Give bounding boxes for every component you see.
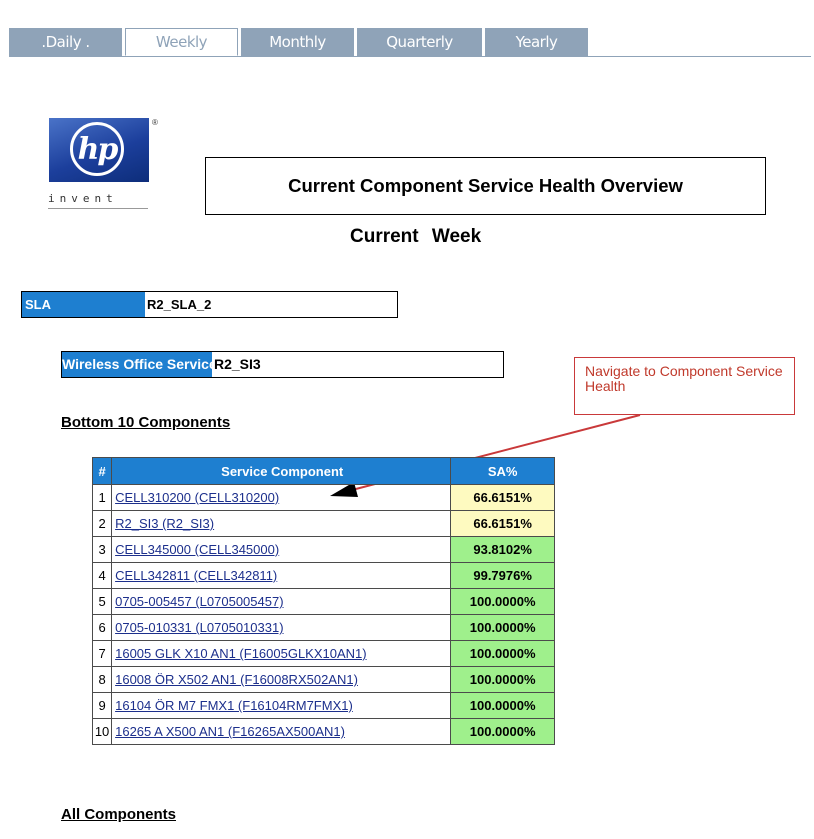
table-row: 5 0705-005457 (L0705005457) 100.0000%: [91, 588, 555, 615]
row-component: 16265 A X500 AN1 (F16265AX500AN1): [111, 718, 452, 745]
hp-logo-underline: [48, 208, 148, 209]
page-title: Current Component Service Health Overvie…: [205, 157, 766, 215]
row-component: CELL345000 (CELL345000): [111, 536, 452, 563]
row-sa-percent: 100.0000%: [450, 640, 555, 667]
sla-field: SLA R2_SLA_2: [21, 291, 398, 318]
table-body: 1 CELL310200 (CELL310200) 66.6151% 2 R2_SI3 …: [91, 484, 555, 745]
row-component: CELL342811 (CELL342811): [111, 562, 452, 589]
row-number: 2: [91, 510, 113, 537]
row-sa-percent: 66.6151%: [450, 484, 555, 511]
hp-logo-tagline: invent: [48, 192, 118, 205]
row-number: 3: [91, 536, 113, 563]
row-component: CELL310200 (CELL310200): [111, 484, 452, 511]
sla-value: R2_SLA_2: [147, 297, 212, 312]
row-number: 8: [91, 666, 113, 693]
table-row: 1 CELL310200 (CELL310200) 66.6151%: [91, 484, 555, 511]
component-link[interactable]: CELL345000 (CELL345000): [115, 542, 279, 557]
table-row: 8 16008 ÖR X502 AN1 (F16008RX502AN1) 100.0…: [91, 666, 555, 693]
table-row: 7 16005 GLK X10 AN1 (F16005GLKX10AN1) 100.…: [91, 640, 555, 667]
component-link[interactable]: 16005 GLK X10 AN1 (F16005GLKX10AN1): [115, 646, 367, 661]
registered-mark: ®: [152, 118, 158, 127]
row-sa-percent: 100.0000%: [450, 692, 555, 719]
hp-logo-mark: hp: [49, 118, 149, 182]
table-row: 4 CELL342811 (CELL342811) 99.7976%: [91, 562, 555, 589]
service-label: Wireless Office Service: [62, 352, 212, 377]
table-row: 10 16265 A X500 AN1 (F16265AX500AN1) 100.0…: [91, 718, 555, 745]
component-link[interactable]: 0705-010331 (L0705010331): [115, 620, 283, 635]
tab-weekly[interactable]: Weekly: [125, 28, 238, 56]
table-row: 9 16104 ÖR M7 FMX1 (F16104RM7FMX1) 100.000…: [91, 692, 555, 719]
tab-monthly[interactable]: Monthly: [241, 28, 354, 56]
tab-yearly[interactable]: Yearly: [485, 28, 588, 56]
tab-bar: .Daily . Weekly Monthly Quarterly Yearly: [9, 8, 811, 57]
row-number: 5: [91, 588, 113, 615]
row-sa-percent: 93.8102%: [450, 536, 555, 563]
hp-logo: hp ® invent: [44, 118, 159, 213]
row-component: R2_SI3 (R2_SI3): [111, 510, 452, 537]
row-number: 9: [91, 692, 113, 719]
component-link[interactable]: CELL310200 (CELL310200): [115, 490, 279, 505]
row-number: 4: [91, 562, 113, 589]
table-row: 3 CELL345000 (CELL345000) 93.8102%: [91, 536, 555, 563]
bottom-components-heading: Bottom 10 Components: [61, 414, 231, 431]
component-link[interactable]: CELL342811 (CELL342811): [115, 568, 277, 583]
row-component: 0705-010331 (L0705010331): [111, 614, 452, 641]
navigate-callout: Navigate to Component Service Health: [574, 357, 795, 415]
tab-daily[interactable]: .Daily .: [9, 28, 122, 56]
row-sa-percent: 100.0000%: [450, 718, 555, 745]
component-link[interactable]: 16104 ÖR M7 FMX1 (F16104RM7FMX1): [115, 698, 353, 713]
page-subtitle: Current Week: [350, 226, 482, 247]
header-num: #: [91, 457, 113, 485]
row-component: 16005 GLK X10 AN1 (F16005GLKX10AN1): [111, 640, 452, 667]
row-component: 0705-005457 (L0705005457): [111, 588, 452, 615]
components-table: # Service Component SA% 1 CELL310200 (CEL…: [91, 457, 555, 745]
table-header-row: # Service Component SA%: [91, 457, 555, 485]
row-number: 7: [91, 640, 113, 667]
row-sa-percent: 100.0000%: [450, 588, 555, 615]
row-number: 6: [91, 614, 113, 641]
tab-bar-divider: [9, 56, 811, 57]
tab-quarterly[interactable]: Quarterly: [357, 28, 482, 56]
row-number: 10: [91, 718, 113, 745]
row-sa-percent: 100.0000%: [450, 614, 555, 641]
row-number: 1: [91, 484, 113, 511]
table-row: 2 R2_SI3 (R2_SI3) 66.6151%: [91, 510, 555, 537]
service-value: R2_SI3: [214, 356, 261, 372]
service-field: Wireless Office Service R2_SI3: [61, 351, 504, 378]
row-sa-percent: 99.7976%: [450, 562, 555, 589]
row-sa-percent: 66.6151%: [450, 510, 555, 537]
all-components-heading[interactable]: All Components: [61, 806, 176, 823]
component-link[interactable]: 0705-005457 (L0705005457): [115, 594, 283, 609]
row-component: 16104 ÖR M7 FMX1 (F16104RM7FMX1): [111, 692, 452, 719]
table-row: 6 0705-010331 (L0705010331) 100.0000%: [91, 614, 555, 641]
row-component: 16008 ÖR X502 AN1 (F16008RX502AN1): [111, 666, 452, 693]
component-link[interactable]: 16265 A X500 AN1 (F16265AX500AN1): [115, 724, 345, 739]
header-service-component: Service Component: [111, 457, 452, 485]
component-link[interactable]: 16008 ÖR X502 AN1 (F16008RX502AN1): [115, 672, 358, 687]
sla-label: SLA: [22, 292, 145, 317]
component-link[interactable]: R2_SI3 (R2_SI3): [115, 516, 214, 531]
hp-logo-circle: hp: [70, 122, 124, 176]
row-sa-percent: 100.0000%: [450, 666, 555, 693]
hp-logo-text: hp: [77, 131, 119, 167]
header-sa: SA%: [450, 457, 555, 485]
